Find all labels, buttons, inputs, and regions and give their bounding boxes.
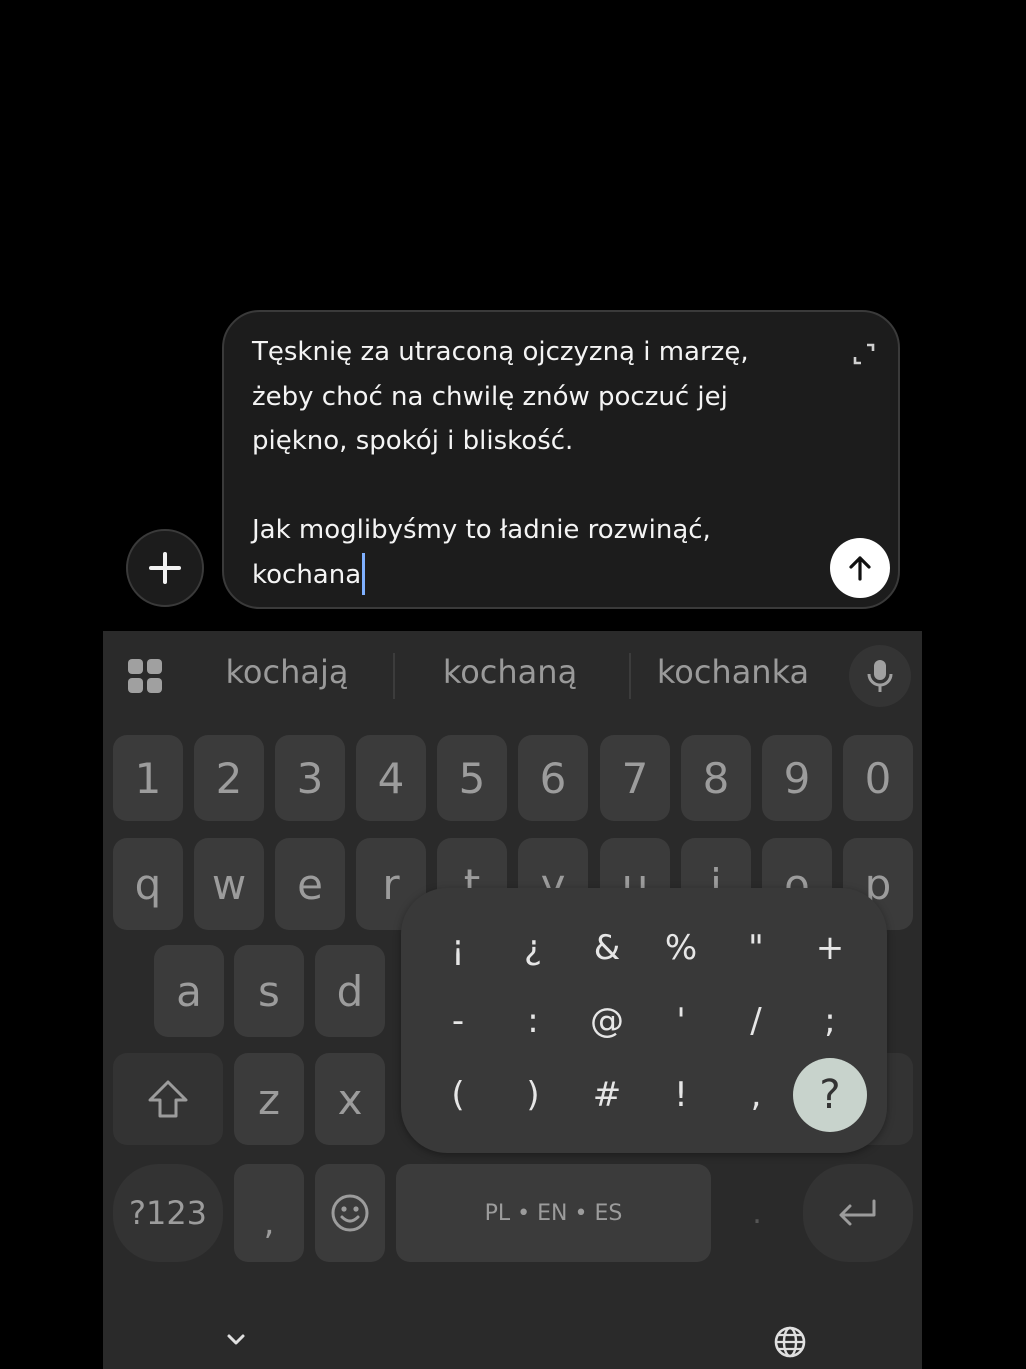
emoji-key[interactable] — [315, 1164, 385, 1262]
microphone-icon — [867, 660, 893, 692]
key-x[interactable]: x — [315, 1053, 385, 1145]
key-2[interactable]: 2 — [194, 735, 264, 821]
popup-symbol[interactable]: ¡ — [421, 911, 495, 985]
key-s[interactable]: s — [234, 945, 304, 1037]
popup-symbol[interactable]: + — [793, 911, 867, 985]
popup-symbol[interactable]: : — [496, 984, 570, 1058]
message-input[interactable]: Tęsknię za utraconą ojczyzną i marzę, że… — [222, 310, 900, 609]
popup-symbol[interactable]: & — [570, 911, 644, 985]
key-z[interactable]: z — [234, 1053, 304, 1145]
symbols-key[interactable]: ?123 — [113, 1164, 223, 1262]
message-text: Tęsknię za utraconą ojczyzną i marzę, że… — [252, 337, 749, 590]
popup-symbol[interactable]: ! — [644, 1058, 718, 1132]
key-9[interactable]: 9 — [762, 735, 832, 821]
key-e[interactable]: e — [275, 838, 345, 930]
key-d[interactable]: d — [315, 945, 385, 1037]
text-cursor — [362, 552, 366, 595]
suggestion-divider — [629, 653, 631, 699]
key-q[interactable]: q — [113, 838, 183, 930]
popup-symbol[interactable]: ) — [496, 1058, 570, 1132]
key-7[interactable]: 7 — [600, 735, 670, 821]
send-button[interactable] — [830, 538, 890, 598]
expand-icon[interactable] — [850, 340, 878, 368]
space-key[interactable]: PL • EN • ES — [396, 1164, 711, 1262]
apps-grid-icon[interactable] — [127, 658, 163, 694]
chevron-down-icon[interactable] — [224, 1328, 248, 1352]
arrow-up-icon — [849, 556, 871, 581]
add-attachment-button[interactable] — [126, 529, 204, 607]
voice-input-button[interactable] — [849, 645, 911, 707]
symbol-popup: ¡ ¿ & % " + - : @ ' / ; ( ) # ! , ? — [401, 888, 887, 1153]
shift-icon — [148, 1080, 188, 1118]
popup-symbol[interactable]: / — [719, 984, 793, 1058]
globe-icon[interactable] — [773, 1325, 807, 1359]
popup-symbol[interactable]: ¿ — [496, 911, 570, 985]
popup-symbol[interactable]: - — [421, 984, 495, 1058]
popup-symbol[interactable]: ' — [644, 984, 718, 1058]
key-5[interactable]: 5 — [437, 735, 507, 821]
popup-symbol[interactable]: % — [644, 911, 718, 985]
key-a[interactable]: a — [154, 945, 224, 1037]
popup-symbol[interactable]: ( — [421, 1058, 495, 1132]
suggestion-3[interactable]: kochanka — [633, 653, 833, 691]
enter-key[interactable] — [803, 1164, 913, 1262]
key-6[interactable]: 6 — [518, 735, 588, 821]
key-w[interactable]: w — [194, 838, 264, 930]
suggestion-1[interactable]: kochają — [187, 653, 387, 691]
enter-icon — [839, 1199, 876, 1226]
popup-symbol[interactable]: @ — [570, 984, 644, 1058]
key-4[interactable]: 4 — [356, 735, 426, 821]
popup-symbol[interactable]: ; — [793, 984, 867, 1058]
popup-symbol[interactable]: , — [719, 1058, 793, 1132]
suggestion-divider — [393, 653, 395, 699]
key-0[interactable]: 0 — [843, 735, 913, 821]
key-1[interactable]: 1 — [113, 735, 183, 821]
comma-key[interactable]: , — [234, 1164, 304, 1262]
popup-symbol[interactable]: # — [570, 1058, 644, 1132]
key-3[interactable]: 3 — [275, 735, 345, 821]
emoji-icon — [331, 1194, 369, 1232]
popup-symbol-selected[interactable]: ? — [793, 1058, 867, 1132]
key-8[interactable]: 8 — [681, 735, 751, 821]
suggestion-bar: kochają kochaną kochanka — [103, 631, 922, 721]
shift-key[interactable] — [113, 1053, 223, 1145]
suggestion-2[interactable]: kochaną — [410, 653, 610, 691]
popup-symbol[interactable]: " — [719, 911, 793, 985]
period-key[interactable]: . — [722, 1164, 792, 1262]
